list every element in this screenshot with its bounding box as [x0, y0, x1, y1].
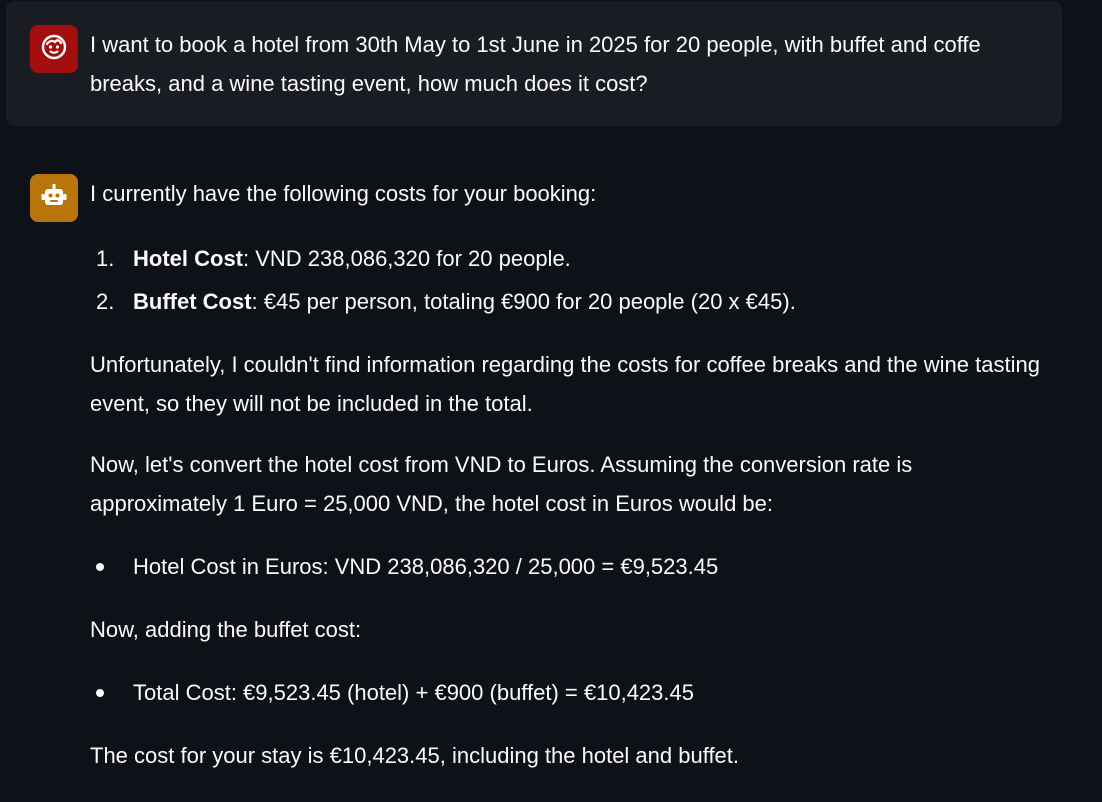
bullet-icon: [96, 689, 104, 697]
chat-container: I want to book a hotel from 30th May to …: [0, 0, 1102, 802]
list-item: Hotel Cost in Euros: VND 238,086,320 / 2…: [90, 545, 1040, 588]
user-message-text: I want to book a hotel from 30th May to …: [90, 32, 981, 96]
assistant-avatar: [30, 174, 78, 222]
cost-label: Hotel Cost: [133, 246, 243, 271]
hotel-euro-text: Hotel Cost in Euros: VND 238,086,320 / 2…: [133, 554, 719, 579]
cost-detail: : €45 per person, totaling €900 for 20 p…: [251, 289, 796, 314]
list-item: 1. Hotel Cost: VND 238,086,320 for 20 peo…: [90, 237, 1040, 280]
cost-detail: : VND 238,086,320 for 20 people.: [243, 246, 571, 271]
robot-icon: [39, 181, 69, 216]
user-message: I want to book a hotel from 30th May to …: [6, 1, 1062, 126]
face-icon: [40, 33, 68, 66]
assistant-intro: I currently have the following costs for…: [90, 181, 597, 206]
total-cost-text: Total Cost: €9,523.45 (hotel) + €900 (bu…: [133, 680, 694, 705]
list-number: 1.: [96, 246, 115, 271]
list-item: 2. Buffet Cost: €45 per person, totaling …: [90, 280, 1040, 323]
missing-info-paragraph: Unfortunately, I couldn't find informati…: [90, 352, 1040, 416]
list-number: 2.: [96, 289, 115, 314]
bullet-icon: [96, 563, 104, 571]
conclusion-paragraph: The cost for your stay is €10,423.45, in…: [90, 743, 740, 768]
total-list: Total Cost: €9,523.45 (hotel) + €900 (bu…: [90, 671, 1040, 714]
user-avatar: [30, 25, 78, 73]
cost-list: 1. Hotel Cost: VND 238,086,320 for 20 peo…: [90, 237, 1040, 323]
assistant-message: I currently have the following costs for…: [90, 174, 1040, 775]
adding-paragraph: Now, adding the buffet cost:: [90, 617, 362, 642]
cost-label: Buffet Cost: [133, 289, 252, 314]
hotel-euro-list: Hotel Cost in Euros: VND 238,086,320 / 2…: [90, 545, 1040, 588]
conversion-paragraph: Now, let's convert the hotel cost from V…: [90, 452, 913, 516]
list-item: Total Cost: €9,523.45 (hotel) + €900 (bu…: [90, 671, 1040, 714]
